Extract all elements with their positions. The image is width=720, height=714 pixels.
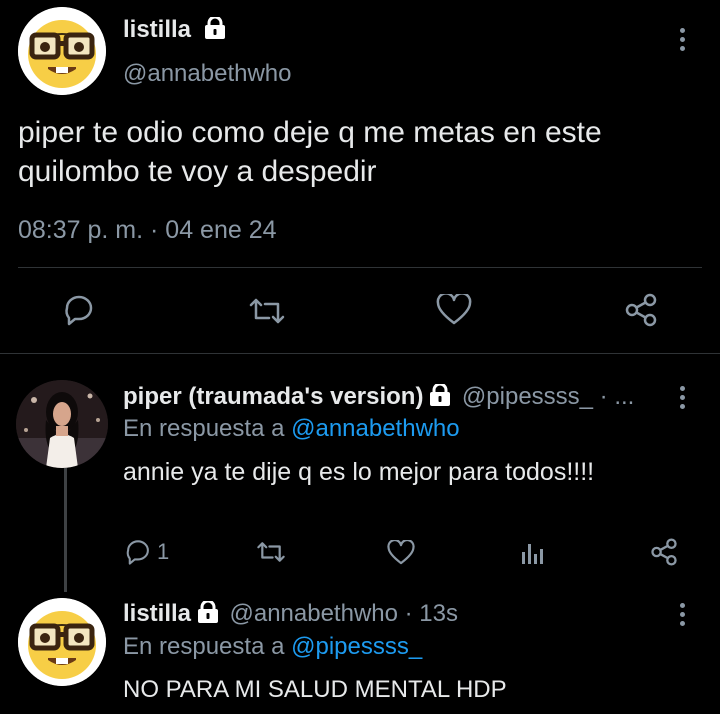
divider [0,353,720,354]
reply-button[interactable]: 1 [124,538,169,566]
tweet-timestamp[interactable]: 08:37 p. m. · 04 ene 24 [18,216,277,245]
like-button[interactable] [387,539,415,571]
more-options-icon[interactable] [680,28,688,55]
comment-icon [126,540,149,565]
tweet-text: piper te odio como deje q me metas en es… [18,113,602,191]
retweet-button[interactable] [256,540,286,569]
display-name[interactable]: piper (traumada's version) [123,383,423,410]
nerd-face-icon [18,598,106,686]
heart-icon [387,539,415,565]
analytics-icon [522,544,543,564]
reply-context: En respuesta a @annabethwho [123,415,460,443]
comment-icon [65,295,93,326]
share-icon [651,538,677,566]
mention-link[interactable]: @pipessss_ [291,633,422,660]
retweet-button[interactable] [248,296,286,331]
display-name[interactable]: listilla [123,600,191,627]
share-icon [625,293,657,327]
divider [18,267,702,268]
avatar[interactable] [18,598,106,686]
lock-icon [203,15,227,46]
share-button[interactable] [650,538,678,571]
reply-prefix: En respuesta a [123,633,285,660]
reply-prefix: En respuesta a [123,415,285,442]
retweet-icon [257,542,285,562]
tweet-text-line: quilombo te voy a despedir [18,155,377,188]
retweet-icon [249,298,285,324]
reply-text: NO PARA MI SALUD MENTAL HDP [123,676,507,703]
avatar[interactable] [18,7,106,95]
more-options-icon[interactable] [680,386,688,413]
display-name[interactable]: listilla [123,16,191,43]
author-handle-meta[interactable]: @annabethwho · 13s [229,600,458,627]
mention-link[interactable]: @annabethwho [291,415,460,442]
avatar[interactable] [16,380,108,468]
author-line: listilla [123,15,227,46]
author-handle-meta[interactable]: @pipessss_ · ... [462,383,634,410]
reply-text: annie ya te dije q es lo mejor para todo… [123,458,595,486]
analytics-button[interactable] [520,540,544,571]
tweet-text-line: piper te odio como deje q me metas en es… [18,116,602,149]
more-options-icon[interactable] [680,603,688,630]
reply-button[interactable] [62,294,96,331]
heart-icon [436,292,472,325]
profile-photo [16,380,108,468]
thread-line [64,468,67,592]
author-handle[interactable]: @annabethwho [123,60,292,88]
author-line: listilla @annabethwho · 13s [123,599,458,628]
author-line: piper (traumada's version) @pipessss_ · … [123,382,634,411]
reply-count: 1 [157,539,170,564]
nerd-face-icon [18,7,106,95]
lock-icon [196,599,220,628]
share-button[interactable] [624,293,658,332]
like-button[interactable] [436,292,472,331]
lock-icon [428,382,452,411]
reply-context: En respuesta a @pipessss_ [123,633,422,661]
